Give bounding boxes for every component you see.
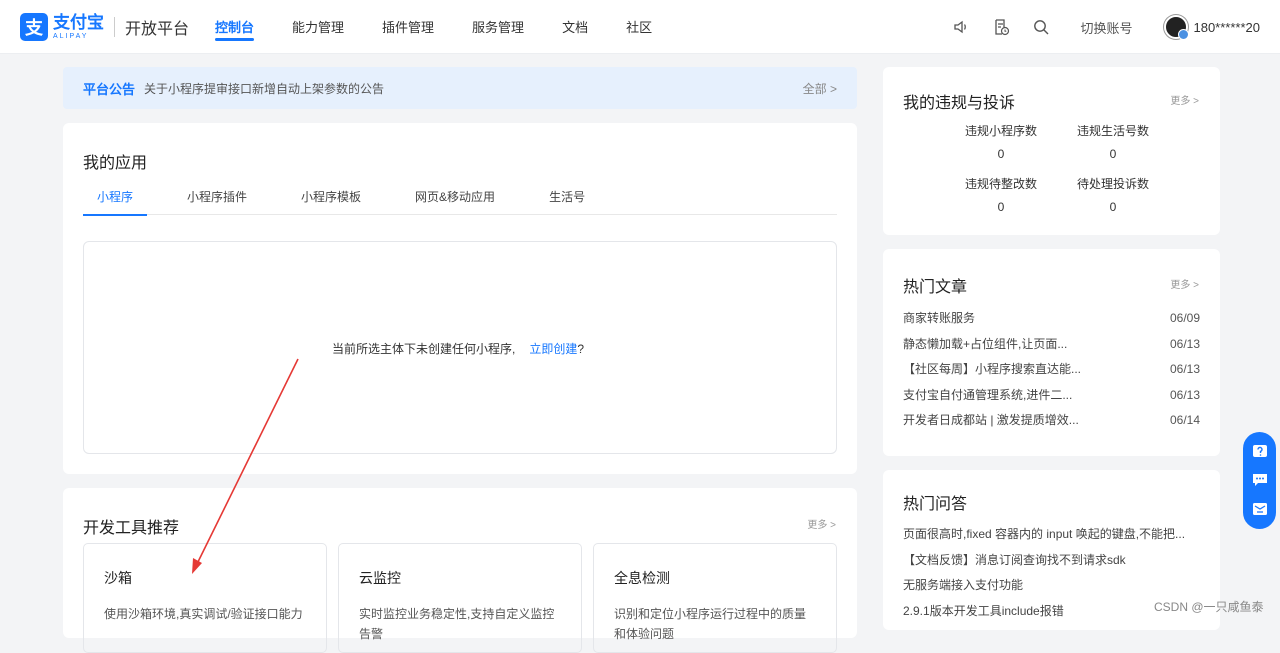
stat-value: 0: [997, 200, 1005, 214]
hot-qa-title: 热门问答: [903, 496, 968, 513]
list-item[interactable]: 支付宝自付通管理系统,进件二... 06/13: [903, 383, 1200, 409]
main-nav: 控制台 能力管理 插件管理 服务管理 文档 社区: [196, 0, 671, 54]
question-title: 【文档反馈】消息订阅查询找不到请求sdk: [903, 552, 1126, 567]
avatar[interactable]: [1164, 15, 1190, 40]
article-title: 【社区每周】小程序搜索直达能...: [903, 362, 1082, 376]
tab-life-account[interactable]: 生活号: [535, 185, 599, 215]
list-item[interactable]: 商家转账服务 06/09: [903, 306, 1200, 332]
stat-violating-life-accounts: 违规生活号数 0: [1057, 122, 1169, 161]
nav-item-plugin[interactable]: 插件管理: [363, 0, 453, 54]
list-item[interactable]: 静态懒加载+占位组件,让页面... 06/13: [903, 332, 1200, 358]
stat-label: 违规待整改数: [964, 177, 1037, 191]
question-title: 无服务端接入支付功能: [903, 578, 1024, 592]
article-title: 支付宝自付通管理系统,进件二...: [903, 387, 1073, 402]
my-apps-title: 我的应用: [83, 155, 148, 172]
article-date: 06/14: [1169, 413, 1200, 427]
watermark-text: CSDN @一只咸鱼泰: [1154, 600, 1264, 614]
tool-card-cloud-monitor[interactable]: 云监控 实时监控业务稳定性,支持自定义监控告警: [338, 543, 582, 653]
stat-pending-rectification: 违规待整改数 0: [945, 175, 1057, 214]
tab-web-mobile-app[interactable]: 网页&移动应用: [401, 185, 509, 215]
list-item[interactable]: 【文档反馈】消息订阅查询找不到请求sdk: [903, 548, 1200, 574]
tab-mini-program[interactable]: 小程序: [83, 185, 148, 216]
notice-all-link[interactable]: 全部 >: [803, 80, 837, 97]
question-title: 页面很高时,fixed 容器内的 input 唤起的键盘,不能把...: [903, 527, 1186, 541]
nav-item-community[interactable]: 社区: [607, 0, 671, 54]
article-title: 开发者日成都站 | 激发提质增效...: [903, 413, 1079, 427]
alipay-logo-mark: 支: [20, 13, 48, 41]
alipay-logo[interactable]: 支 支付宝 ALIPAY 开放平台: [20, 13, 189, 41]
question-title: 2.9.1版本开发工具include报错: [903, 603, 1064, 618]
username[interactable]: 180******20: [1193, 20, 1260, 35]
article-date: 06/13: [1169, 362, 1200, 376]
stat-label: 待处理投诉数: [1076, 177, 1149, 191]
help-icon[interactable]: [1252, 444, 1268, 460]
hot-articles-more-link[interactable]: 更多 >: [1170, 276, 1199, 291]
violations-card: 我的违规与投诉 更多 > 违规小程序数 0 违规生活号数 0 违规待整改数 0 …: [883, 67, 1220, 235]
stat-value: 0: [997, 147, 1005, 161]
speaker-icon[interactable]: [952, 18, 970, 36]
article-title: 商家转账服务: [903, 311, 976, 325]
tool-name: 全息检测: [614, 570, 670, 586]
logo-en-text: ALIPAY: [53, 33, 89, 40]
notice-tag: 平台公告: [83, 81, 136, 97]
list-item[interactable]: 【社区每周】小程序搜索直达能... 06/13: [903, 357, 1200, 383]
create-now-link[interactable]: 立即创建: [529, 342, 577, 356]
article-title: 静态懒加载+占位组件,让页面...: [903, 336, 1068, 351]
logo-wordmark: 支付宝 ALIPAY: [53, 14, 104, 40]
document-clock-icon[interactable]: [992, 18, 1010, 36]
create-suffix: ?: [577, 342, 585, 356]
tool-desc: 使用沙箱环境,真实调试/验证接口能力: [104, 607, 303, 621]
article-date: 06/13: [1169, 336, 1200, 351]
hot-articles-card: 热门文章 更多 > 商家转账服务 06/09 静态懒加载+占位组件,让页面... 0…: [883, 249, 1220, 456]
tool-desc: 实时监控业务稳定性,支持自定义监控告警: [359, 607, 555, 641]
stat-pending-complaints: 待处理投诉数 0: [1057, 175, 1169, 214]
switch-account-link[interactable]: 切换账号: [1080, 18, 1132, 37]
violations-more-link[interactable]: 更多 >: [1170, 92, 1199, 107]
hot-articles-title: 热门文章: [903, 279, 968, 296]
article-list: 商家转账服务 06/09 静态懒加载+占位组件,让页面... 06/13 【社区每周…: [903, 306, 1200, 434]
list-item[interactable]: 无服务端接入支付功能: [903, 573, 1200, 599]
notice-text[interactable]: 关于小程序提审接口新增自动上架参数的公告: [144, 80, 803, 97]
stat-value: 0: [1109, 200, 1117, 214]
nav-item-service[interactable]: 服务管理: [453, 0, 543, 54]
empty-state-text: 当前所选主体下未创建任何小程序,: [332, 342, 516, 356]
floating-help-bar: [1243, 432, 1276, 529]
app-type-tabs: 小程序 小程序插件 小程序模板 网页&移动应用 生活号: [83, 185, 837, 216]
list-item[interactable]: 开发者日成都站 | 激发提质增效... 06/14: [903, 408, 1200, 434]
search-icon[interactable]: [1032, 18, 1050, 36]
nav-item-console[interactable]: 控制台: [196, 0, 273, 54]
platform-notice-banner: 平台公告 关于小程序提审接口新增自动上架参数的公告 全部 >: [63, 67, 857, 109]
article-date: 06/09: [1169, 311, 1200, 325]
stat-label: 违规小程序数: [964, 124, 1037, 138]
stat-value: 0: [1109, 147, 1117, 161]
empty-state-message: 当前所选主体下未创建任何小程序, 立即创建?: [332, 340, 584, 357]
article-date: 06/13: [1169, 387, 1200, 402]
feedback-icon[interactable]: [1252, 501, 1268, 517]
tool-name: 云监控: [359, 570, 401, 586]
list-item[interactable]: 页面很高时,fixed 容器内的 input 唤起的键盘,不能把...: [903, 522, 1200, 548]
tool-card-holo-check[interactable]: 全息检测 识别和定位小程序运行过程中的质量和体验问题: [593, 543, 837, 653]
logo-cn-text: 支付宝: [53, 13, 104, 32]
nav-item-docs[interactable]: 文档: [543, 0, 607, 54]
top-navigation-bar: 支 支付宝 ALIPAY 开放平台 控制台 能力管理 插件管理 服务管理 文档 …: [0, 0, 1280, 54]
stat-label: 违规生活号数: [1076, 124, 1149, 138]
tab-mini-program-plugin[interactable]: 小程序插件: [173, 185, 261, 215]
nav-item-capability[interactable]: 能力管理: [273, 0, 363, 54]
logo-divider: [114, 17, 115, 37]
dev-tools-more-link[interactable]: 更多 >: [807, 516, 836, 531]
red-annotation-arrow: [192, 358, 299, 574]
dev-tools-title: 开发工具推荐: [83, 520, 180, 537]
tool-desc: 识别和定位小程序运行过程中的质量和体验问题: [614, 607, 807, 641]
violations-title: 我的违规与投诉: [903, 95, 1016, 112]
tab-mini-program-template[interactable]: 小程序模板: [287, 185, 375, 215]
top-right-tools: 切换账号 180******20: [930, 0, 1260, 54]
platform-name: 开放平台: [125, 21, 190, 38]
stat-violating-mini-programs: 违规小程序数 0: [945, 122, 1057, 161]
chat-icon[interactable]: [1252, 472, 1268, 488]
violation-stats: 违规小程序数 0 违规生活号数 0 违规待整改数 0 待处理投诉数 0: [945, 122, 1185, 214]
